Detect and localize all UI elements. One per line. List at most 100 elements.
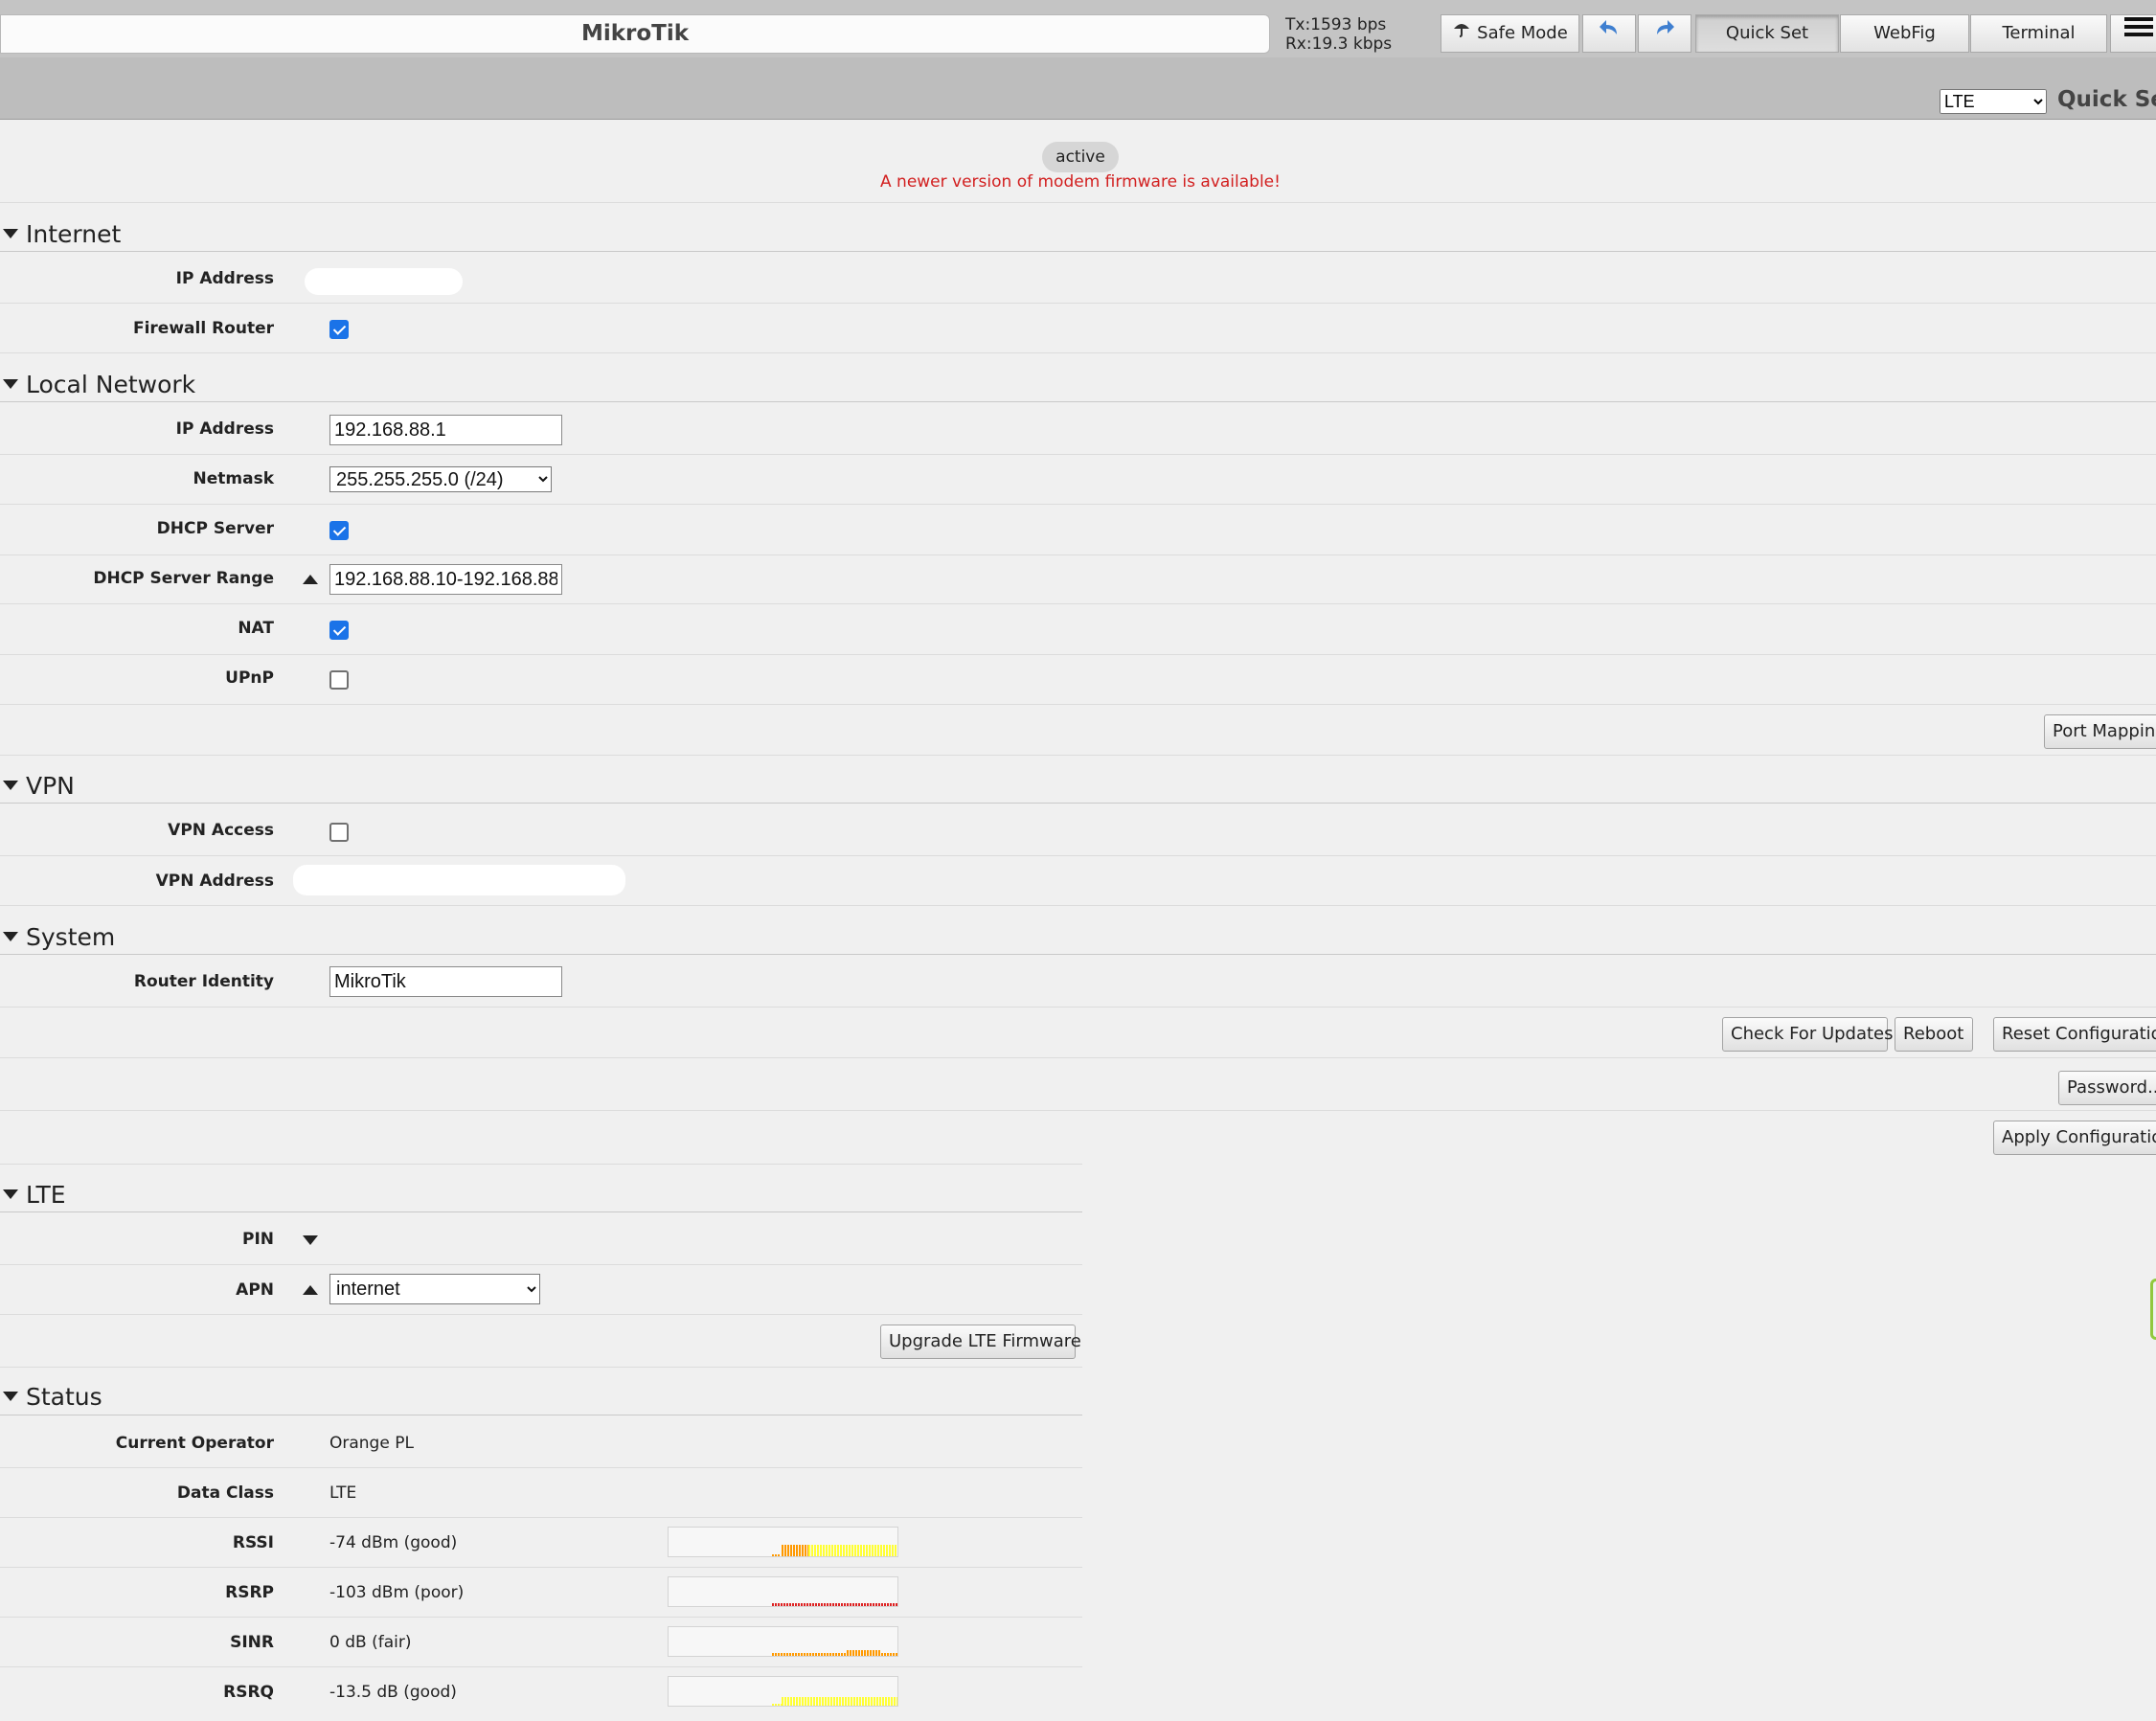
traffic-readout: Tx:1593 bps Rx:19.3 kbps [1285, 15, 1392, 54]
reset-configuration-button[interactable]: Reset Configuration [1993, 1017, 2156, 1052]
signal-bar [793, 1697, 795, 1706]
quickset-title: Quick Se [2057, 87, 2156, 112]
divider [0, 855, 2156, 856]
section-internet[interactable]: Internet [0, 220, 121, 249]
section-title: Local Network [26, 371, 196, 398]
signal-bar [824, 1653, 826, 1656]
undo-button[interactable] [1582, 14, 1636, 53]
password-button[interactable]: Password... [2058, 1071, 2156, 1105]
signal-bar [799, 1697, 801, 1706]
rsrp-signal-graph [668, 1576, 898, 1607]
signal-bar [828, 1697, 829, 1706]
signal-bar [839, 1697, 841, 1706]
quickset-mode-select[interactable]: LTE [1940, 89, 2047, 114]
signal-bar [832, 1653, 834, 1656]
rx-rate: Rx:19.3 kbps [1285, 34, 1393, 54]
signal-bar [775, 1704, 777, 1706]
section-lte[interactable]: LTE [0, 1181, 66, 1210]
signal-bar [846, 1545, 848, 1556]
signal-bar [772, 1554, 774, 1556]
signal-bar [783, 1603, 785, 1606]
signal-bar [884, 1603, 886, 1606]
section-system[interactable]: System [0, 923, 115, 952]
divider [0, 1211, 1082, 1212]
signal-bar [822, 1697, 824, 1706]
signal-bar [778, 1554, 780, 1556]
signal-bar [772, 1653, 774, 1656]
hamburger-icon [2124, 15, 2153, 52]
signal-bar [795, 1653, 797, 1656]
signal-bar [812, 1603, 814, 1606]
signal-bar [805, 1697, 806, 1706]
collapse-range-arrow-icon[interactable] [303, 575, 318, 584]
signal-bar [874, 1545, 876, 1556]
signal-bar [867, 1603, 869, 1606]
apn-select[interactable]: internet [329, 1274, 540, 1304]
section-title: System [26, 923, 116, 951]
signal-bar [812, 1653, 814, 1656]
divider [0, 1007, 2156, 1008]
signal-bar [801, 1653, 803, 1656]
apply-configuration-button[interactable]: Apply Configuration [1993, 1121, 2156, 1155]
rsrq-signal-graph [668, 1676, 898, 1707]
divider [0, 1617, 1082, 1618]
signal-bar [891, 1697, 893, 1706]
safe-mode-button[interactable]: Safe Mode [1441, 14, 1579, 53]
section-local-network[interactable]: Local Network [0, 371, 195, 399]
vpn-address-label: VPN Address [155, 872, 274, 891]
router-identity-input[interactable] [329, 966, 562, 997]
reboot-button[interactable]: Reboot [1895, 1017, 1973, 1052]
lan-ip-input[interactable] [329, 415, 562, 445]
signal-bar [784, 1697, 786, 1706]
signal-bar [829, 1603, 831, 1606]
vpn-access-checkbox[interactable] [329, 823, 349, 842]
signal-bar [815, 1653, 817, 1656]
tab-webfig[interactable]: WebFig [1840, 14, 1969, 53]
divider [0, 603, 2156, 604]
upnp-checkbox[interactable] [329, 670, 349, 690]
signal-bar [877, 1545, 879, 1556]
check-updates-button[interactable]: Check For Updates [1722, 1017, 1894, 1052]
signal-bar [855, 1603, 857, 1606]
dhcp-range-input[interactable] [329, 564, 562, 595]
signal-bar [854, 1545, 856, 1556]
divider [0, 1110, 2156, 1111]
signal-bar [864, 1603, 866, 1606]
nat-checkbox[interactable] [329, 621, 349, 640]
signal-bar [786, 1603, 788, 1606]
tab-quick-set[interactable]: Quick Set [1695, 14, 1839, 53]
signal-bar [861, 1650, 863, 1656]
section-status[interactable]: Status [0, 1383, 102, 1412]
signal-bar [873, 1603, 874, 1606]
signal-bar [896, 1653, 897, 1656]
signal-bar [838, 1653, 840, 1656]
signal-bar [883, 1545, 885, 1556]
signal-bar [772, 1704, 774, 1706]
side-feedback-tab[interactable] [2150, 1279, 2156, 1340]
signal-bar [827, 1653, 828, 1656]
signal-bar [889, 1545, 891, 1556]
firewall-router-checkbox[interactable] [329, 320, 349, 339]
dhcp-server-checkbox[interactable] [329, 521, 349, 540]
signal-bar [807, 1697, 809, 1706]
menu-button[interactable] [2110, 14, 2156, 53]
signal-bar [876, 1697, 878, 1706]
signal-bar [865, 1697, 867, 1706]
redo-button[interactable] [1638, 14, 1691, 53]
signal-bar [824, 1603, 826, 1606]
section-title: Status [26, 1383, 102, 1411]
collapse-apn-arrow-icon[interactable] [303, 1285, 318, 1295]
signal-bar [834, 1545, 836, 1556]
signal-bar [787, 1545, 789, 1556]
upgrade-lte-firmware-button[interactable]: Upgrade LTE Firmware [880, 1325, 1081, 1359]
signal-bar [890, 1603, 892, 1606]
signal-bar [835, 1603, 837, 1606]
tab-terminal[interactable]: Terminal [1970, 14, 2107, 53]
netmask-select[interactable]: 255.255.255.0 (/24) [329, 466, 552, 492]
signal-bar [868, 1697, 870, 1706]
expand-pin-arrow-icon[interactable] [303, 1235, 318, 1245]
divider [0, 1517, 1082, 1518]
section-vpn[interactable]: VPN [0, 772, 75, 801]
pin-label: PIN [241, 1230, 274, 1249]
port-mapping-button[interactable]: Port Mapping [2044, 714, 2156, 749]
